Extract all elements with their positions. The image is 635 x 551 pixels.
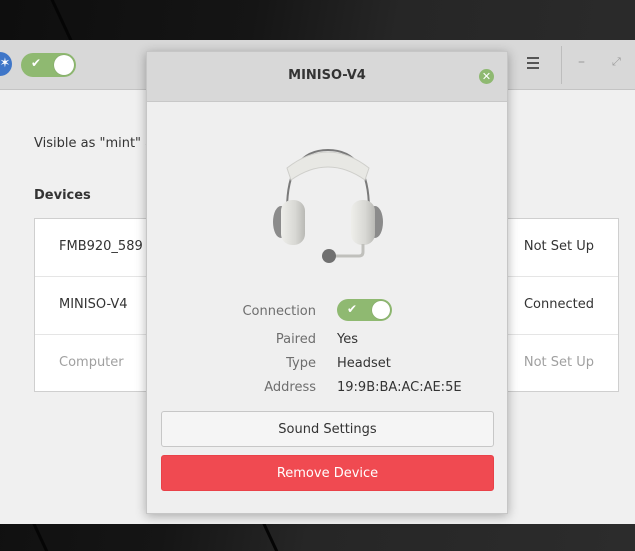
paired-label: Paired	[275, 332, 316, 347]
toggle-knob	[372, 301, 390, 319]
maximize-icon[interactable]: ⤢	[612, 55, 621, 69]
toggle-knob	[54, 55, 74, 75]
device-status: Not Set Up	[523, 239, 594, 254]
headset-icon	[273, 148, 383, 263]
connection-label: Connection	[242, 304, 316, 319]
paired-value: Yes	[337, 332, 358, 347]
dialog-header: MINISO-V4 ✕	[147, 52, 507, 102]
devices-heading: Devices	[34, 188, 91, 203]
minimize-icon[interactable]: –	[578, 54, 585, 70]
hamburger-menu-icon[interactable]	[527, 57, 539, 69]
close-icon[interactable]: ✕	[479, 69, 494, 84]
sound-settings-button[interactable]: Sound Settings	[161, 411, 494, 447]
bluetooth-icon: ✶	[0, 52, 12, 76]
header-separator	[561, 46, 562, 84]
wallpaper-streak	[31, 521, 52, 551]
device-name: FMB920_589	[59, 239, 143, 254]
type-value: Headset	[337, 356, 391, 371]
address-label: Address	[264, 380, 316, 395]
check-icon: ✔	[347, 302, 358, 316]
check-icon: ✔	[31, 56, 42, 70]
device-name: Computer	[59, 355, 124, 370]
connection-toggle[interactable]: ✔	[337, 299, 392, 321]
visible-as-label: Visible as "mint" a	[34, 136, 154, 151]
device-dialog: MINISO-V4 ✕ Connection ✔ Paired Yes Type…	[146, 51, 508, 514]
address-value: 19:9B:BA:AC:AE:5E	[337, 380, 462, 395]
device-status: Connected	[523, 297, 594, 312]
remove-device-button[interactable]: Remove Device	[161, 455, 494, 491]
type-label: Type	[286, 356, 316, 371]
device-status: Not Set Up	[523, 355, 594, 370]
dialog-title: MINISO-V4	[288, 68, 366, 83]
device-name: MINISO-V4	[59, 297, 128, 312]
bluetooth-toggle[interactable]: ✔	[21, 53, 76, 77]
wallpaper-streak	[261, 521, 282, 551]
